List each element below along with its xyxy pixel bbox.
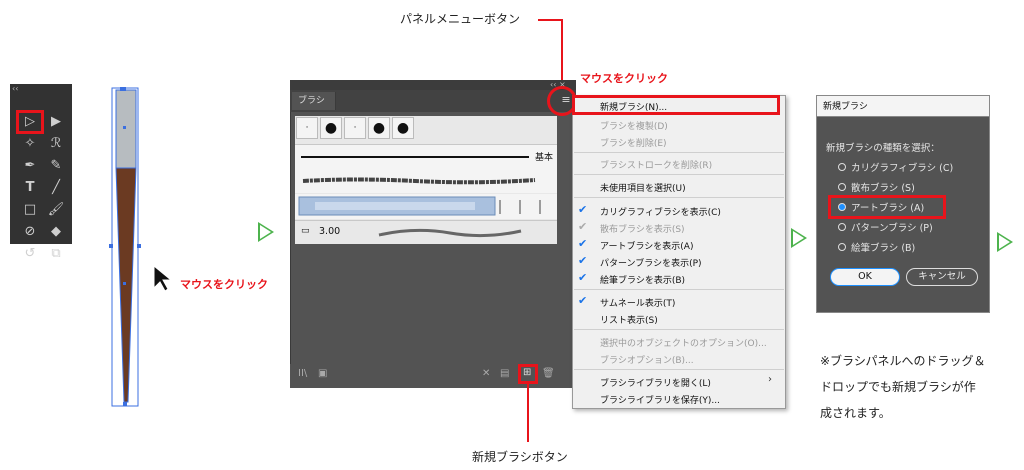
radio-scatter[interactable] [838, 183, 846, 191]
radio-calligraphic[interactable] [838, 163, 846, 171]
mouse-click-label-left: マウスをクリック [180, 278, 268, 291]
menu-item-select-unused[interactable]: 未使用項目を選択(U) [600, 181, 686, 194]
menu-item-show-bristle[interactable]: 絵筆ブラシを表示(B) [600, 273, 685, 286]
panel-title-bar [290, 80, 576, 90]
lasso-tool-icon[interactable]: ℛ [44, 134, 68, 154]
radio-label-bristle[interactable]: 絵筆ブラシ (B) [851, 240, 915, 254]
scale-tool-icon[interactable]: ⧉ [44, 244, 68, 264]
direct-selection-tool-icon[interactable]: ▶ [44, 112, 68, 132]
rectangle-tool-icon[interactable]: □ [18, 200, 42, 220]
remove-stroke-icon[interactable]: ✕ [482, 368, 490, 379]
check-icon: ✔ [578, 237, 588, 250]
step-arrow-icon [791, 228, 807, 248]
new-brush-button-highlight [518, 364, 538, 384]
menu-item-thumbnail-view[interactable]: サムネール表示(T) [600, 296, 675, 309]
menu-item-show-scatter[interactable]: 散布ブラシを表示(S) [600, 222, 685, 235]
note-line-3: 成されます。 [820, 406, 891, 420]
menu-item-list-view[interactable]: リスト表示(S) [600, 313, 658, 326]
ok-button[interactable]: OK [830, 268, 900, 286]
menu-item-show-art[interactable]: アートブラシを表示(A) [600, 239, 693, 252]
menu-separator [574, 197, 784, 198]
type-tool-icon[interactable]: T [18, 178, 42, 198]
brush-row-basic[interactable]: 基本 [295, 144, 557, 169]
brush-row-art[interactable]: ▭ 3.00 [295, 220, 557, 244]
radio-label-pattern[interactable]: パターンブラシ (P) [851, 220, 933, 234]
check-icon: ✔ [578, 294, 588, 307]
radio-label-calligraphic[interactable]: カリグラフィブラシ (C) [851, 160, 953, 174]
menu-item-show-calligraphic[interactable]: カリグラフィブラシを表示(C) [600, 205, 721, 218]
menu-item-brush-options[interactable]: ブラシオプション(B)... [600, 353, 694, 366]
menu-item-selected-object-options[interactable]: 選択中のオブジェクトのオプション(O)... [600, 336, 767, 349]
menu-separator [574, 289, 784, 290]
dialog-prompt: 新規ブラシの種類を選択： [826, 143, 940, 154]
menu-item-new-brush[interactable]: 新規ブラシ(N)... [600, 100, 667, 113]
collapse-icon[interactable]: ‹‹ [12, 84, 18, 93]
menu-item-show-pattern[interactable]: パターンブラシを表示(P) [600, 256, 702, 269]
basic-label: 基本 [534, 153, 553, 163]
brush-size-value: 3.00 [319, 226, 341, 237]
brush-row-pattern[interactable] [295, 194, 557, 219]
brush-dot-4[interactable]: ● [368, 117, 390, 139]
paintbrush-tool-icon[interactable]: 🖌 [44, 200, 68, 220]
shaper-tool-icon[interactable]: ⊘ [18, 222, 42, 242]
magic-wand-tool-icon[interactable]: ✧ [18, 134, 42, 154]
dialog-title: 新規ブラシ [816, 95, 990, 117]
submenu-arrow-icon: › [768, 374, 772, 385]
menu-item-remove-stroke[interactable]: ブラシストロークを削除(R) [600, 158, 712, 171]
check-icon: ✔ [578, 254, 588, 267]
step-arrow-icon [258, 222, 274, 242]
new-brush-button-caption: 新規ブラシボタン [472, 450, 568, 464]
mouse-cursor-icon [153, 264, 172, 292]
brush-dot-3[interactable]: · [344, 117, 366, 139]
brush-dot-1[interactable]: · [296, 117, 318, 139]
menu-separator [574, 369, 784, 370]
pen-tool-icon[interactable]: ✒ [18, 156, 42, 176]
libraries-panel-icon[interactable]: ▣ [318, 368, 327, 379]
menu-separator [574, 329, 784, 330]
menu-item-delete[interactable]: ブラシを削除(E) [600, 136, 667, 149]
menu-item-open-library[interactable]: ブラシライブラリを開く(L) [600, 376, 711, 389]
delete-brush-icon[interactable]: 🗑 [542, 368, 555, 379]
callout-line [538, 19, 562, 21]
curvature-tool-icon[interactable]: ✎ [44, 156, 68, 176]
line-tool-icon[interactable]: ╱ [44, 178, 68, 198]
check-icon: ✔ [578, 220, 588, 233]
radio-pattern[interactable] [838, 223, 846, 231]
check-icon: ✔ [578, 271, 588, 284]
note-line-1: ※ブラシパネルへのドラッグ＆ [820, 354, 986, 368]
panel-menu-button-caption: パネルメニューボタン [400, 12, 521, 26]
callout-line [527, 384, 529, 442]
tab-brushes[interactable]: ブラシ [292, 92, 336, 110]
options-icon[interactable]: ▤ [500, 368, 509, 379]
note-line-2: ドロップでも新規ブラシが作 [820, 380, 976, 394]
menu-item-duplicate[interactable]: ブラシを複製(D) [600, 119, 668, 132]
brush-artwork [109, 87, 141, 407]
callout-line [561, 19, 563, 89]
radio-bristle[interactable] [838, 243, 846, 251]
step-arrow-icon [997, 232, 1013, 252]
menu-separator [574, 174, 784, 175]
mouse-click-label-top: マウスをクリック [580, 72, 668, 85]
eraser-tool-icon[interactable]: ◆ [44, 222, 68, 242]
radio-label-scatter[interactable]: 散布ブラシ (S) [851, 180, 915, 194]
brush-dot-2[interactable]: ● [320, 117, 342, 139]
rotate-tool-icon[interactable]: ↺ [18, 244, 42, 264]
selection-tool-highlight [16, 110, 44, 134]
art-brush-highlight [828, 195, 946, 219]
menu-item-save-library[interactable]: ブラシライブラリを保存(Y)... [600, 393, 720, 406]
brush-row-charcoal[interactable] [295, 169, 557, 193]
cancel-button[interactable]: キャンセル [906, 268, 978, 286]
brush-size-icon: ▭ [301, 226, 310, 236]
check-icon: ✔ [578, 203, 588, 216]
menu-separator [574, 152, 784, 153]
brush-library-icon[interactable]: II\ [298, 368, 307, 379]
brush-dot-5[interactable]: ● [392, 117, 414, 139]
